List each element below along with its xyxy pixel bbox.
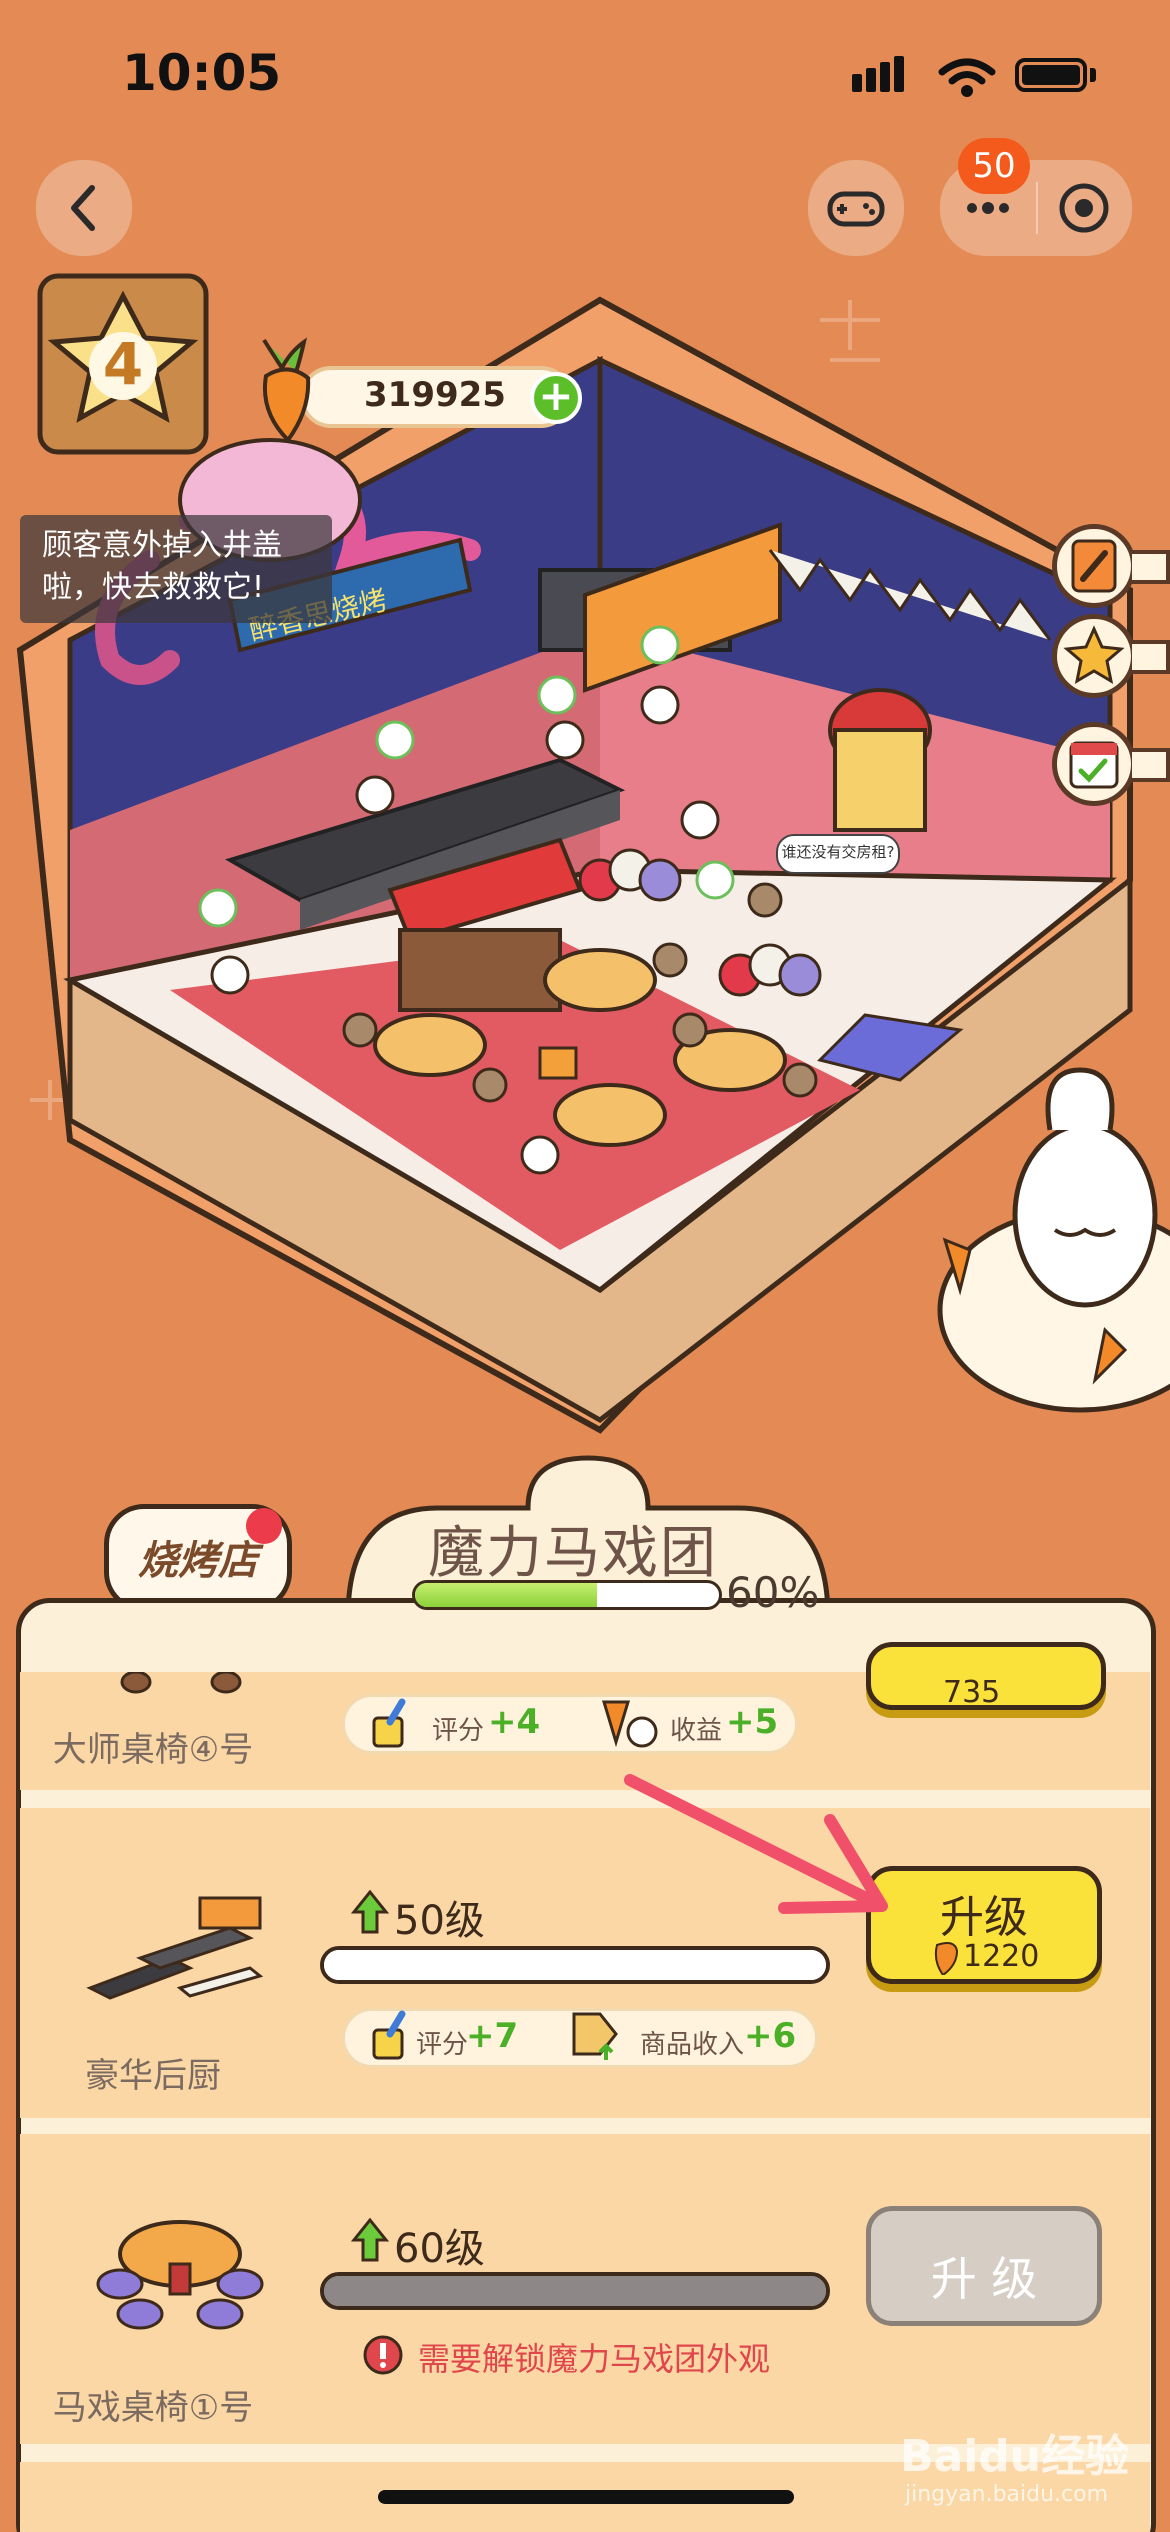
calendar-checkin-button[interactable] bbox=[1052, 722, 1136, 806]
game-center-button[interactable] bbox=[808, 160, 904, 256]
kitchen-thumbnail bbox=[86, 1896, 264, 2000]
upgrade-row-master-table: 大师桌椅④号 评分 +4 收益 +5 735 bbox=[20, 1642, 1150, 1790]
coin-amount: 319925 bbox=[364, 375, 506, 415]
upgrade-button-disabled[interactable]: 升 级 bbox=[866, 2206, 1102, 2326]
status-time: 10:05 bbox=[122, 44, 282, 102]
battery-icon bbox=[1015, 58, 1087, 92]
locked-message: 需要解锁魔力马戏团外观 bbox=[418, 2340, 771, 2378]
app-screen: 10:05 50 4 319925 + 顾客意外掉入井盖 啦，快去救救它! 谁还… bbox=[0, 0, 1170, 2532]
annotation-arrow bbox=[624, 1774, 888, 1914]
event-notice[interactable]: 顾客意外掉入井盖 啦，快去救救它! bbox=[20, 515, 332, 623]
income-icon bbox=[601, 1700, 658, 1748]
back-button[interactable] bbox=[36, 160, 132, 256]
gamepad-icon bbox=[827, 191, 885, 227]
tab-notification-dot bbox=[246, 1508, 282, 1544]
upgrade-button[interactable]: 735 bbox=[866, 1642, 1106, 1710]
rating-icon bbox=[372, 1698, 406, 1748]
carrot-currency-icon bbox=[262, 337, 311, 444]
upgrade-row-circus-table: 马戏桌椅①号 60级 需要解锁魔力马戏团外观 升 级 bbox=[20, 2134, 1150, 2444]
theme-progress-bar bbox=[412, 1580, 722, 1610]
upgrade-row-luxury-kitchen: 豪华后厨 50级 评分 +7 商品收入 +6 升级 1220 bbox=[20, 1808, 1150, 2118]
theme-progress-text: 60% bbox=[726, 1568, 820, 1617]
add-coins-button[interactable]: + bbox=[530, 372, 582, 424]
carrot-icon bbox=[934, 1942, 959, 1975]
paint-brush-icon bbox=[1071, 539, 1117, 593]
star-icon bbox=[1063, 625, 1125, 684]
circus-table-thumbnail bbox=[96, 2220, 264, 2330]
price-tag-icon bbox=[572, 2012, 618, 2060]
decorate-button[interactable] bbox=[1052, 524, 1136, 608]
player-level: 4 bbox=[102, 330, 144, 398]
close-mini-program-icon[interactable] bbox=[1036, 160, 1132, 256]
home-indicator bbox=[378, 2490, 794, 2504]
level-up-arrow-icon bbox=[350, 1890, 390, 1934]
calendar-check-icon bbox=[1069, 741, 1119, 789]
watermark-url: jingyan.baidu.com bbox=[905, 2482, 1109, 2507]
table-thumbnail bbox=[106, 1670, 256, 1696]
notification-badge: 50 bbox=[958, 138, 1030, 194]
theme-progress-fill bbox=[415, 1583, 598, 1607]
chevron-left-icon bbox=[71, 185, 95, 231]
status-bar: 10:05 bbox=[0, 0, 1170, 150]
rating-icon bbox=[372, 2010, 406, 2060]
level-progress-fill bbox=[324, 2276, 826, 2306]
wifi-icon bbox=[938, 58, 996, 97]
star-rewards-button[interactable] bbox=[1052, 614, 1136, 698]
level-up-arrow-icon bbox=[350, 2218, 390, 2262]
level-progress-bar-locked bbox=[320, 2272, 830, 2310]
speech-bubble: 谁还没有交房租? bbox=[776, 834, 900, 874]
warning-icon bbox=[363, 2335, 403, 2375]
watermark-brand: Baidu经验 bbox=[900, 2431, 1130, 2482]
